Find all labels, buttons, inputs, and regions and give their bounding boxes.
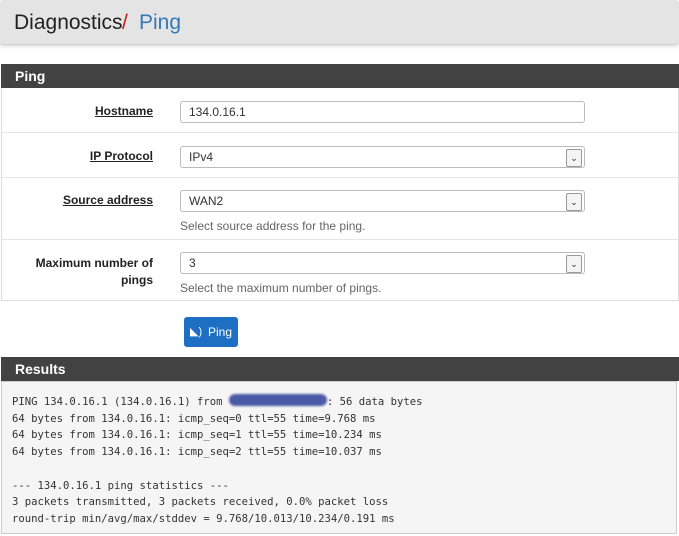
results-panel-header: Results	[1, 357, 679, 381]
rss-icon: ◣)	[190, 326, 203, 338]
result-line: 64 bytes from 134.0.16.1: icmp_seq=2 ttl…	[12, 446, 382, 459]
max-pings-row: Maximum number of pings 3 ⌄ Select the max…	[2, 240, 678, 300]
source-address-help: Select source address for the ping.	[180, 219, 366, 233]
panel-title: Ping	[15, 68, 46, 84]
source-address-row: Source address WAN2 ⌄ Select source addre…	[2, 178, 678, 240]
max-pings-label-line1: Maximum number of	[35, 256, 153, 270]
source-address-value: WAN2	[189, 194, 224, 208]
results-output: PING 134.0.16.1 (134.0.16.1) from : 56 d…	[1, 381, 677, 534]
ip-protocol-select[interactable]: IPv4 ⌄	[180, 146, 585, 168]
result-line: 64 bytes from 134.0.16.1: icmp_seq=0 ttl…	[12, 412, 376, 425]
ping-button-label: Ping	[208, 325, 233, 339]
hostname-row: Hostname 134.0.16.1	[2, 88, 678, 133]
chevron-down-icon: ⌄	[566, 255, 582, 273]
ip-protocol-row: IP Protocol IPv4 ⌄	[2, 133, 678, 178]
chevron-down-icon: ⌄	[566, 149, 582, 167]
breadcrumb-section[interactable]: Diagnostics	[14, 11, 123, 35]
hostname-label: Hostname	[94, 104, 153, 118]
breadcrumb: Diagnostics / Ping	[0, 0, 679, 45]
ping-button[interactable]: ◣) Ping	[184, 317, 238, 347]
page-title[interactable]: Ping	[139, 11, 181, 35]
max-pings-help: Select the maximum number of pings.	[180, 281, 382, 295]
result-line: : 56 data bytes	[326, 396, 423, 408]
result-line: 64 bytes from 134.0.16.1: icmp_seq=1 ttl…	[12, 429, 382, 442]
hostname-input[interactable]: 134.0.16.1	[180, 101, 585, 123]
result-line: round-trip min/avg/max/stddev = 9.768/10…	[12, 512, 395, 525]
source-address-select[interactable]: WAN2 ⌄	[180, 190, 585, 212]
ip-protocol-value: IPv4	[189, 150, 214, 164]
chevron-down-icon: ⌄	[566, 193, 582, 211]
result-line: 3 packets transmitted, 3 packets receive…	[12, 496, 389, 509]
ping-panel-header: Ping	[1, 64, 679, 88]
max-pings-select[interactable]: 3 ⌄	[180, 252, 585, 274]
max-pings-value: 3	[189, 256, 196, 270]
ip-protocol-label: IP Protocol	[89, 149, 153, 163]
ping-form: Hostname 134.0.16.1 IP Protocol IPv4 ⌄ So…	[1, 88, 679, 301]
max-pings-label-line2: pings	[121, 273, 153, 287]
redacted-address	[228, 394, 327, 406]
result-line: --- 134.0.16.1 ping statistics ---	[12, 479, 229, 492]
max-pings-label: Maximum number of pings	[36, 255, 153, 289]
results-title: Results	[15, 361, 66, 377]
source-address-label: Source address	[62, 193, 153, 207]
result-line: PING 134.0.16.1 (134.0.16.1) from	[12, 396, 229, 408]
breadcrumb-separator: /	[122, 11, 128, 34]
